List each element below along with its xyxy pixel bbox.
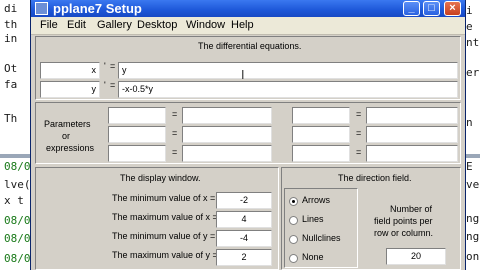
history-line: 08/0 [4, 160, 31, 173]
parameter-name-input[interactable] [292, 126, 350, 143]
direction-field-panel: The direction field. Arrows Lines Nullcl… [281, 167, 461, 270]
window-title: pplane7 Setup [53, 1, 142, 16]
direction-title: The direction field. [338, 173, 412, 183]
field-points-label: row or column. [374, 228, 434, 238]
nullclines-radio[interactable] [289, 235, 298, 244]
history-line: 08/0 [4, 214, 31, 227]
equals-label: = [356, 128, 362, 138]
history-line: 08/0 [4, 232, 31, 245]
equals-label: = [356, 147, 362, 157]
parameter-value-input[interactable] [182, 107, 272, 124]
parameters-panel: Parameters or expressions = = = = = = [35, 102, 461, 164]
lines-radio[interactable] [289, 216, 298, 225]
x-variable-field[interactable]: x [40, 62, 100, 79]
nullclines-label[interactable]: Nullclines [302, 233, 341, 243]
none-radio[interactable] [289, 254, 298, 263]
arrows-label[interactable]: Arrows [302, 195, 330, 205]
minimize-button[interactable]: _ [403, 1, 420, 16]
code-fragment: ng [466, 212, 480, 225]
parameter-name-input[interactable] [292, 145, 350, 162]
max-y-label: The maximum value of y = [112, 250, 218, 260]
parameter-value-input[interactable] [182, 126, 272, 143]
code-line: Ot [4, 62, 18, 75]
x-prime-equation-input[interactable]: y [118, 62, 458, 79]
title-bar[interactable]: pplane7 Setup _ □ × [31, 0, 465, 17]
y-variable-field[interactable]: y [40, 81, 100, 98]
menu-desktop[interactable]: Desktop [137, 19, 177, 31]
code-fragment: E [466, 160, 473, 173]
prime-label: ' [104, 80, 106, 90]
history-line: lve( [4, 178, 31, 191]
min-y-label: The minimum value of y = [112, 231, 216, 241]
matlab-app-icon[interactable] [35, 2, 48, 15]
field-points-label: field points per [374, 216, 433, 226]
parameter-value-input[interactable] [366, 107, 458, 124]
parameters-label: or [62, 131, 71, 141]
code-line: fa [4, 78, 18, 91]
menu-window[interactable]: Window [186, 19, 225, 31]
code-fragment: ng [466, 230, 480, 243]
maximize-button[interactable]: □ [423, 1, 440, 16]
parameters-label: expressions [46, 143, 95, 153]
min-y-input[interactable]: -4 [216, 230, 272, 247]
code-line: di [4, 2, 18, 15]
display-window-panel: The display window. The minimum value of… [35, 167, 279, 270]
code-fragment: e [466, 20, 473, 33]
parameter-name-input[interactable] [108, 145, 166, 162]
display-title: The display window. [120, 173, 201, 183]
menu-edit[interactable]: Edit [67, 19, 86, 31]
history-line: x t [4, 194, 24, 207]
code-fragment: i [466, 4, 473, 17]
code-line: in [4, 32, 18, 45]
code-fragment: on [466, 250, 480, 263]
equals-label: = [110, 80, 116, 90]
close-button[interactable]: × [444, 1, 461, 16]
min-x-label: The minimum value of x = [112, 193, 216, 203]
parameter-value-input[interactable] [366, 126, 458, 143]
field-points-label: Number of [390, 204, 433, 214]
code-line: th [4, 18, 18, 31]
equations-panel: The differential equations. x ' = y y ' … [35, 36, 461, 100]
arrows-radio[interactable] [289, 197, 298, 206]
code-fragment: ve [466, 178, 480, 191]
max-x-input[interactable]: 4 [216, 211, 272, 228]
parameter-name-input[interactable] [108, 107, 166, 124]
code-line: Th [4, 112, 18, 125]
min-x-input[interactable]: -2 [216, 192, 272, 209]
history-line: 08/0 [4, 252, 31, 265]
prime-label: ' [104, 61, 106, 71]
parameter-name-input[interactable] [292, 107, 350, 124]
field-type-group: Arrows Lines Nullclines None [284, 188, 358, 268]
equals-label: = [356, 109, 362, 119]
menu-bar: File Edit Gallery Desktop Window Help [31, 17, 465, 35]
equals-label: = [172, 128, 178, 138]
code-fragment: er [466, 66, 480, 79]
menu-gallery[interactable]: Gallery [97, 19, 132, 31]
menu-help[interactable]: Help [231, 19, 254, 31]
parameter-value-input[interactable] [182, 145, 272, 162]
pplane-setup-window: pplane7 Setup _ □ × File Edit Gallery De… [31, 0, 465, 270]
max-y-input[interactable]: 2 [216, 249, 272, 266]
code-fragment: nte [466, 36, 480, 49]
max-x-label: The maximum value of x = [112, 212, 218, 222]
y-prime-equation-input[interactable]: -x-0.5*y [118, 81, 458, 98]
lines-label[interactable]: Lines [302, 214, 324, 224]
text-cursor-icon: I [241, 68, 245, 82]
equals-label: = [110, 61, 116, 71]
field-points-input[interactable]: 20 [386, 248, 446, 265]
none-label[interactable]: None [302, 252, 324, 262]
parameter-name-input[interactable] [108, 126, 166, 143]
code-fragment: n [466, 116, 473, 129]
parameters-label: Parameters [44, 119, 91, 129]
equals-label: = [172, 109, 178, 119]
menu-file[interactable]: File [40, 19, 58, 31]
equations-title: The differential equations. [198, 41, 302, 51]
equals-label: = [172, 147, 178, 157]
parameter-value-input[interactable] [366, 145, 458, 162]
